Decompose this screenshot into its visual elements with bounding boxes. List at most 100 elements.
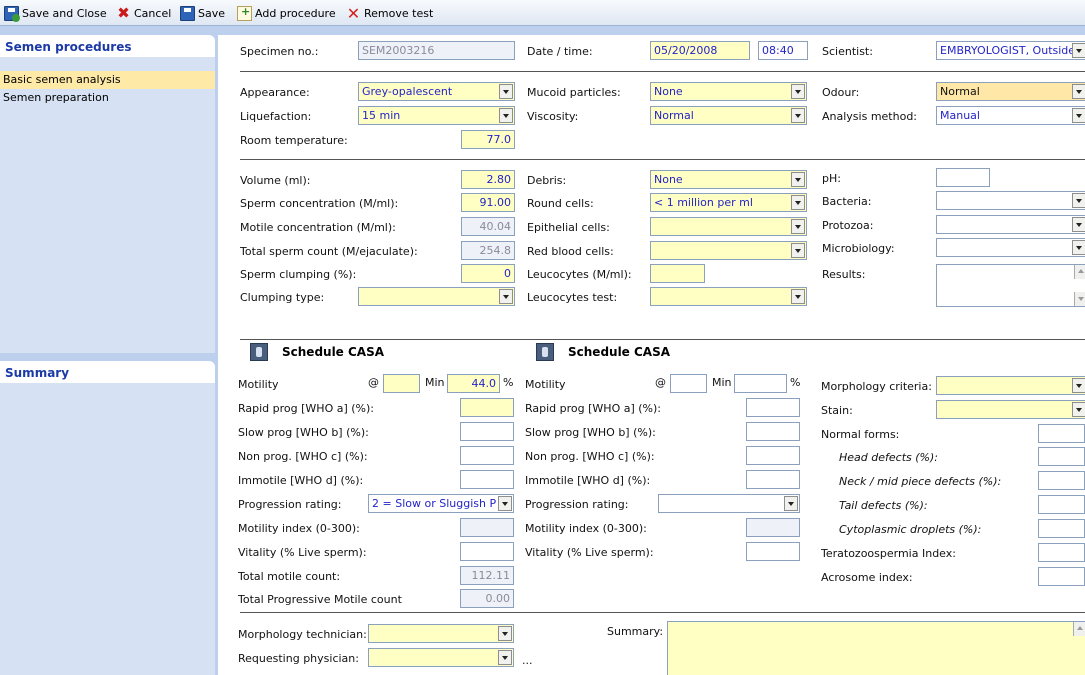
debris-select[interactable]: None: [650, 170, 807, 189]
rapid-prog-field-2[interactable]: [746, 398, 800, 417]
results-textarea[interactable]: [936, 264, 1085, 307]
total-motile-count-field[interactable]: 112.11: [460, 566, 514, 585]
chevron-down-icon[interactable]: [499, 289, 513, 304]
chevron-down-icon[interactable]: [791, 84, 805, 99]
room-temperature-field[interactable]: 77.0: [461, 130, 515, 149]
motility-index-label-2: Motility index (0-300):: [525, 522, 647, 535]
remove-test-button[interactable]: ✕ Remove test: [346, 4, 433, 22]
slow-prog-field-1[interactable]: [460, 422, 514, 441]
chevron-down-icon[interactable]: [791, 108, 805, 123]
nav-item-semen-preparation[interactable]: Semen preparation: [0, 89, 215, 107]
volume-field[interactable]: 2.80: [461, 170, 515, 189]
save-icon: [180, 5, 195, 21]
add-procedure-button[interactable]: Add procedure: [237, 4, 336, 22]
non-prog-field-1[interactable]: [460, 446, 514, 465]
chevron-down-icon[interactable]: [1072, 240, 1085, 255]
head-defects-field[interactable]: [1038, 447, 1085, 466]
slow-prog-field-2[interactable]: [746, 422, 800, 441]
date-field[interactable]: 05/20/2008: [650, 41, 750, 60]
chevron-down-icon[interactable]: [1072, 108, 1085, 123]
teratozoospermia-index-field[interactable]: [1038, 543, 1085, 562]
leucocytes-field[interactable]: [650, 264, 705, 283]
schedule-casa-2[interactable]: Schedule CASA: [536, 343, 670, 361]
morphology-criteria-select[interactable]: [936, 376, 1085, 395]
time-field[interactable]: 08:40: [758, 41, 808, 60]
specimen-field[interactable]: SEM2003216: [358, 41, 515, 60]
microbiology-select[interactable]: [936, 238, 1085, 257]
scientist-select[interactable]: EMBRYOLOGIST, Outside: [936, 41, 1085, 60]
rapid-prog-field-1[interactable]: [460, 398, 514, 417]
vitality-field-1[interactable]: [460, 542, 514, 561]
acrosome-index-field[interactable]: [1038, 567, 1085, 586]
chevron-down-icon[interactable]: [1072, 193, 1085, 208]
chevron-down-icon[interactable]: [498, 650, 512, 665]
round-cells-select[interactable]: < 1 million per ml: [650, 193, 807, 212]
chevron-down-icon[interactable]: [1072, 217, 1085, 232]
chevron-down-icon[interactable]: [791, 172, 805, 187]
chevron-down-icon[interactable]: [1072, 402, 1085, 417]
clumping-type-select[interactable]: [358, 287, 515, 306]
chevron-down-icon[interactable]: [498, 496, 512, 511]
chevron-down-icon[interactable]: [1072, 84, 1085, 99]
cancel-button[interactable]: ✖ Cancel: [116, 4, 171, 22]
motility-index-field-1[interactable]: [460, 518, 514, 537]
scroll-up-icon[interactable]: [1074, 265, 1085, 279]
motility-index-field-2[interactable]: [746, 518, 800, 537]
stain-select[interactable]: [936, 400, 1085, 419]
mucoid-particles-select[interactable]: None: [650, 82, 807, 101]
save-button[interactable]: Save: [180, 4, 225, 22]
chevron-down-icon[interactable]: [1072, 43, 1085, 58]
immotile-field-1[interactable]: [460, 470, 514, 489]
odour-select[interactable]: Normal: [936, 82, 1085, 101]
chevron-down-icon[interactable]: [499, 108, 513, 123]
vitality-field-2[interactable]: [746, 542, 800, 561]
physician-lookup-button[interactable]: ...: [522, 654, 533, 667]
viscosity-select[interactable]: Normal: [650, 106, 807, 125]
epithelial-cells-select[interactable]: [650, 217, 807, 236]
chevron-down-icon[interactable]: [791, 289, 805, 304]
sperm-concentration-field[interactable]: 91.00: [461, 193, 515, 212]
basic-semen-analysis-form: Specimen no.: SEM2003216 Date / time: 05…: [218, 35, 1085, 675]
normal-forms-field[interactable]: [1038, 424, 1085, 443]
neck-mid-piece-defects-field[interactable]: [1038, 471, 1085, 490]
motility-time-field-1[interactable]: [383, 374, 420, 393]
chevron-down-icon[interactable]: [791, 195, 805, 210]
red-blood-cells-select[interactable]: [650, 241, 807, 260]
chevron-down-icon[interactable]: [791, 243, 805, 258]
motility-time-field-2[interactable]: [670, 374, 707, 393]
schedule-casa-1[interactable]: Schedule CASA: [250, 343, 384, 361]
chevron-down-icon[interactable]: [791, 219, 805, 234]
appearance-select[interactable]: Grey-opalescent: [358, 82, 515, 101]
chevron-down-icon[interactable]: [498, 626, 512, 641]
tail-defects-field[interactable]: [1038, 495, 1085, 514]
liquefaction-select[interactable]: 15 min: [358, 106, 515, 125]
summary-header[interactable]: Summary: [0, 361, 215, 383]
analysis-method-select[interactable]: Manual: [936, 106, 1085, 125]
chevron-down-icon[interactable]: [499, 84, 513, 99]
non-prog-field-2[interactable]: [746, 446, 800, 465]
motility-field-2[interactable]: [734, 374, 787, 393]
chevron-down-icon[interactable]: [784, 496, 798, 511]
leucocytes-test-select[interactable]: [650, 287, 807, 306]
rapid-prog-label-2: Rapid prog [WHO a] (%):: [525, 402, 661, 415]
progression-rating-select-1[interactable]: 2 = Slow or Sluggish P: [368, 494, 514, 513]
total-sperm-count-field[interactable]: 254.8: [461, 241, 515, 260]
progression-rating-select-2[interactable]: [658, 494, 800, 513]
total-progressive-motile-count-field[interactable]: 0.00: [460, 589, 514, 608]
chevron-down-icon[interactable]: [1072, 378, 1085, 393]
bacteria-select[interactable]: [936, 191, 1085, 210]
scroll-up-icon[interactable]: [1073, 622, 1085, 636]
protozoa-select[interactable]: [936, 215, 1085, 234]
sperm-clumping-field[interactable]: 0: [461, 264, 515, 283]
cytoplasmic-droplets-field[interactable]: [1038, 519, 1085, 538]
morphology-technician-select[interactable]: [368, 624, 514, 643]
motile-concentration-field[interactable]: 40.04: [461, 217, 515, 236]
save-and-close-button[interactable]: Save and Close: [4, 4, 107, 22]
nav-item-basic-semen-analysis[interactable]: Basic semen analysis: [0, 71, 215, 89]
ph-field[interactable]: [936, 168, 990, 187]
motility-field-1[interactable]: 44.0: [447, 374, 500, 393]
scroll-down-icon[interactable]: [1074, 292, 1085, 306]
immotile-field-2[interactable]: [746, 470, 800, 489]
summary-textarea[interactable]: [667, 621, 1085, 675]
requesting-physician-select[interactable]: [368, 648, 514, 667]
